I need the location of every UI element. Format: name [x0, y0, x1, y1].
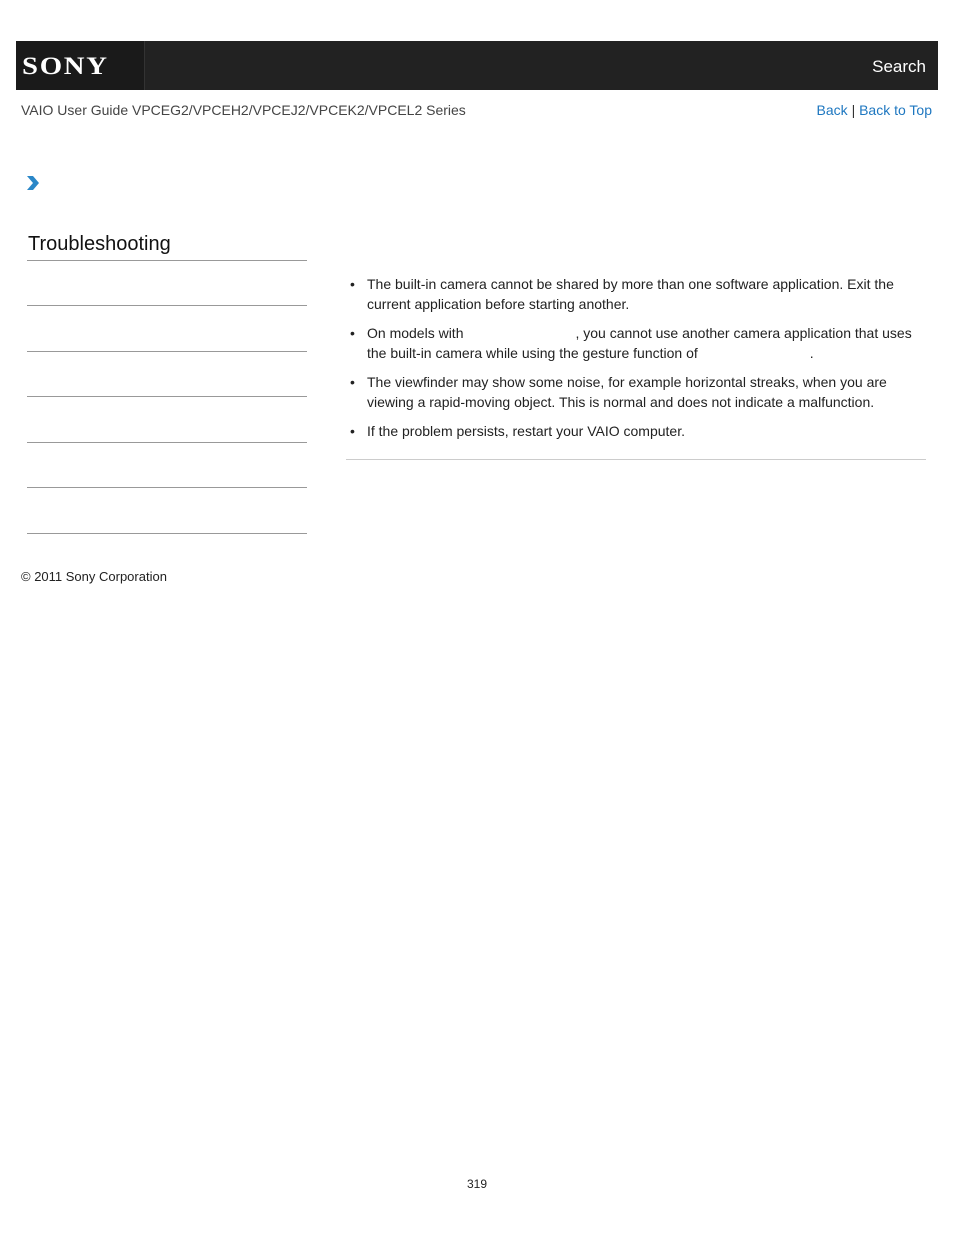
- sidebar-divider: [27, 442, 307, 443]
- notes-list: • The built-in camera cannot be shared b…: [348, 274, 918, 441]
- section-title: Troubleshooting: [28, 233, 171, 255]
- back-link[interactable]: Back: [817, 102, 848, 118]
- list-item: • The built-in camera cannot be shared b…: [348, 274, 918, 314]
- sidebar-divider: [27, 533, 307, 534]
- bullet-icon: •: [350, 374, 355, 390]
- list-item-text-part1: On models with: [367, 325, 464, 341]
- chevron-right-icon[interactable]: [26, 175, 40, 191]
- sidebar-divider: [27, 396, 307, 397]
- sony-logo: SONY: [22, 53, 109, 80]
- sidebar-divider: [27, 351, 307, 352]
- list-item-text: The built-in camera cannot be shared by …: [367, 276, 894, 312]
- top-header-bar: SONY Search: [16, 41, 938, 90]
- bullet-icon: •: [350, 276, 355, 292]
- sidebar-divider: [27, 305, 307, 306]
- nav-links: Back | Back to Top: [817, 102, 932, 118]
- list-item: • If the problem persists, restart your …: [348, 421, 918, 441]
- list-item: • The viewfinder may show some noise, fo…: [348, 372, 918, 412]
- nav-separator: |: [851, 102, 856, 118]
- page-number: 319: [466, 1177, 488, 1191]
- bullet-icon: •: [350, 423, 355, 439]
- sidebar-divider: [27, 487, 307, 488]
- search-link[interactable]: Search: [872, 57, 926, 77]
- list-item-text-part3: .: [809, 345, 814, 361]
- bullet-icon: •: [350, 325, 355, 341]
- list-item-text: If the problem persists, restart your VA…: [367, 423, 685, 439]
- back-to-top-link[interactable]: Back to Top: [859, 102, 932, 118]
- sidebar-divider: [27, 260, 307, 261]
- content-body: • The built-in camera cannot be shared b…: [348, 274, 918, 450]
- content-divider: [346, 459, 926, 460]
- list-item-text: The viewfinder may show some noise, for …: [367, 374, 887, 410]
- guide-title: VAIO User Guide VPCEG2/VPCEH2/VPCEJ2/VPC…: [21, 102, 466, 118]
- copyright: © 2011 Sony Corporation: [21, 569, 167, 584]
- list-item: • On models with, you cannot use another…: [348, 323, 918, 363]
- sony-logo-box[interactable]: SONY: [16, 41, 145, 90]
